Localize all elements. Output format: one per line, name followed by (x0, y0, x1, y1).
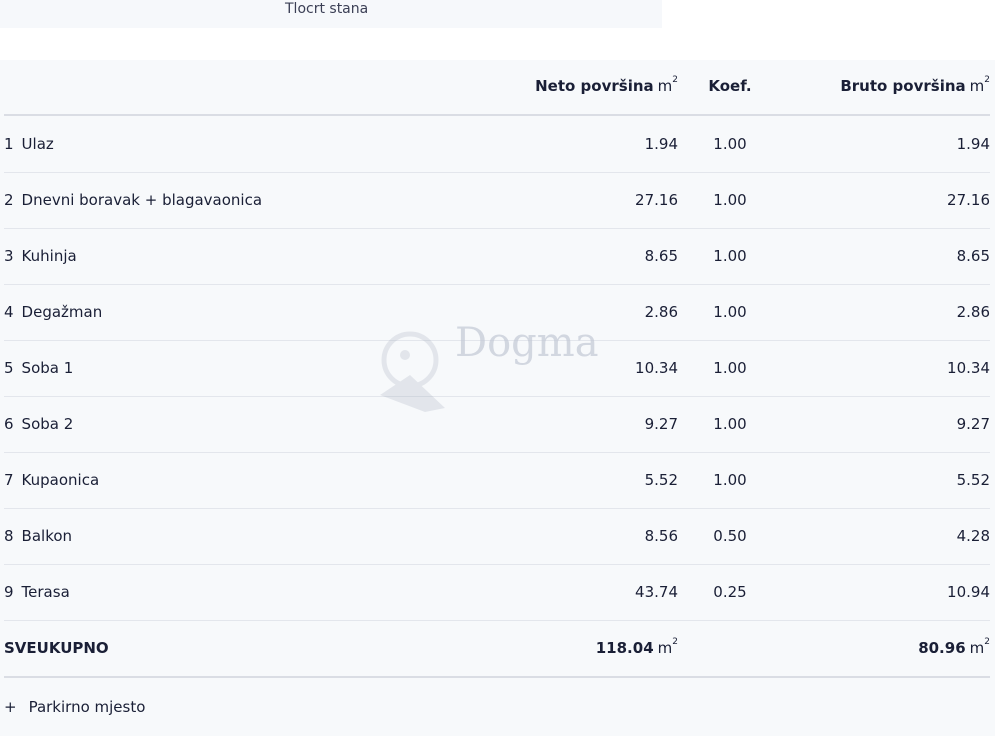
room-bruto: 8.65 (956, 247, 990, 265)
header-bruto: Bruto površina m2 (840, 58, 990, 114)
room-neto: 10.34 (635, 359, 678, 377)
table-row: 6 Soba 2 9.27 1.00 9.27 (4, 396, 990, 453)
room-name: 8 Balkon (4, 508, 72, 564)
room-number: 5 (4, 359, 14, 377)
room-label: Ulaz (21, 135, 54, 153)
total-neto: 118.04 m2 (596, 620, 678, 676)
header-neto-unit: m2 (657, 75, 678, 95)
room-bruto: 10.94 (947, 583, 990, 601)
watermark-text: Dogma (455, 320, 599, 366)
total-bruto-value: 80.96 (918, 639, 966, 657)
room-label: Soba 2 (21, 415, 74, 433)
room-number: 1 (4, 135, 14, 153)
table-row: 8 Balkon 8.56 0.50 4.28 (4, 508, 990, 565)
room-bruto: 10.34 (947, 359, 990, 377)
room-neto: 8.65 (644, 247, 678, 265)
room-label: Dnevni boravak + blagavaonica (21, 191, 263, 209)
room-number: 2 (4, 191, 14, 209)
room-label: Kuhinja (21, 247, 77, 265)
room-label: Balkon (21, 527, 73, 545)
parking-item: + Parkirno mjesto (4, 698, 145, 716)
room-neto: 9.27 (644, 415, 678, 433)
tab-floorplan[interactable]: Tlocrt stana (285, 0, 368, 18)
room-label: Soba 1 (21, 359, 74, 377)
room-neto: 8.56 (644, 527, 678, 545)
room-name: 7 Kupaonica (4, 452, 99, 508)
room-bruto: 9.27 (956, 415, 990, 433)
parking-label: Parkirno mjesto (28, 698, 146, 716)
room-bruto: 2.86 (956, 303, 990, 321)
table-row: 2 Dnevni boravak + blagavaonica 27.16 1.00 2… (4, 172, 990, 229)
room-number: 7 (4, 471, 14, 489)
tab-strip: Tlocrt stana (0, 0, 662, 28)
room-neto: 27.16 (635, 191, 678, 209)
room-neto: 1.94 (644, 135, 678, 153)
total-row: SVEUKUPNO 118.04 m2 80.96 m2 (4, 620, 990, 678)
header-neto-label: Neto površina (535, 77, 654, 95)
room-koef: 1.00 (713, 135, 747, 153)
room-neto: 5.52 (644, 471, 678, 489)
room-name: 5 Soba 1 (4, 340, 73, 396)
room-number: 9 (4, 583, 14, 601)
room-koef: 0.25 (713, 583, 747, 601)
table-row: 7 Kupaonica 5.52 1.00 5.52 (4, 452, 990, 509)
total-bruto-unit: m2 (969, 637, 990, 657)
room-koef: 1.00 (713, 359, 747, 377)
total-bruto: 80.96 m2 (918, 620, 990, 676)
room-bruto: 27.16 (947, 191, 990, 209)
header-bruto-label: Bruto površina (840, 77, 966, 95)
table-row: 3 Kuhinja 8.65 1.00 8.65 (4, 228, 990, 285)
room-name: 9 Terasa (4, 564, 70, 620)
room-name: 4 Degažman (4, 284, 102, 340)
room-neto: 2.86 (644, 303, 678, 321)
room-bruto: 5.52 (956, 471, 990, 489)
room-koef: 1.00 (713, 303, 747, 321)
room-label: Degažman (21, 303, 103, 321)
table-row: 9 Terasa 43.74 0.25 10.94 (4, 564, 990, 621)
room-label: Terasa (21, 583, 70, 601)
room-number: 4 (4, 303, 14, 321)
room-number: 3 (4, 247, 14, 265)
total-neto-unit: m2 (657, 637, 678, 657)
room-label: Kupaonica (21, 471, 100, 489)
room-number: 6 (4, 415, 14, 433)
table-row: 1 Ulaz 1.94 1.00 1.94 (4, 116, 990, 173)
room-koef: 1.00 (713, 415, 747, 433)
header-bruto-unit: m2 (969, 75, 990, 95)
room-koef: 1.00 (713, 247, 747, 265)
room-name: 3 Kuhinja (4, 228, 77, 284)
total-label: SVEUKUPNO (4, 639, 109, 657)
room-name: 6 Soba 2 (4, 396, 73, 452)
room-name: 1 Ulaz (4, 116, 54, 172)
header-neto: Neto površina m2 (535, 58, 678, 114)
room-name: 2 Dnevni boravak + blagavaonica (4, 172, 262, 228)
room-koef: 1.00 (713, 191, 747, 209)
plus-icon: + (4, 698, 17, 716)
room-koef: 1.00 (713, 471, 747, 489)
header-koef: Koef. (708, 77, 752, 95)
table-header: Neto površina m2 Koef. Bruto površina m2 (4, 58, 990, 116)
room-bruto: 1.94 (956, 135, 990, 153)
room-bruto: 4.28 (956, 527, 990, 545)
room-neto: 43.74 (635, 583, 678, 601)
room-koef: 0.50 (713, 527, 747, 545)
total-neto-value: 118.04 (595, 639, 654, 657)
room-number: 8 (4, 527, 14, 545)
